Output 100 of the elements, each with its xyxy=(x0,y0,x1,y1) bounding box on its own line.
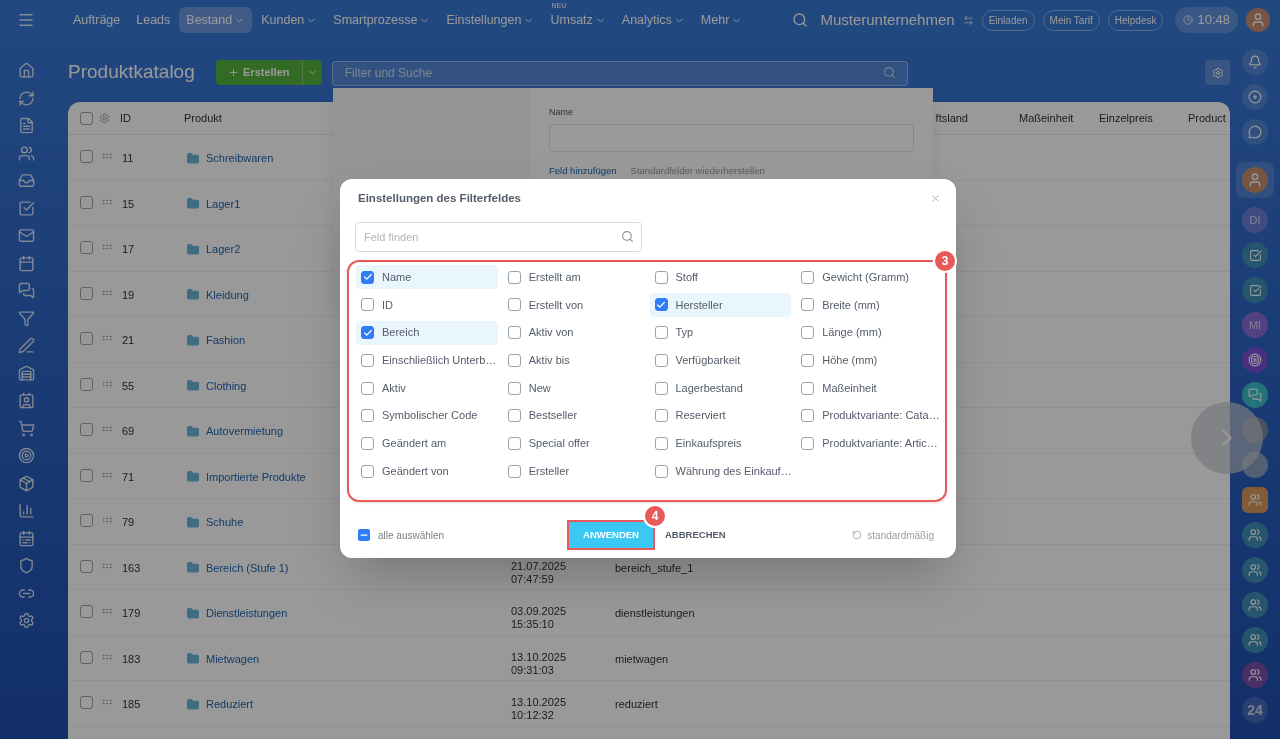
nav-tab[interactable]: Mehr xyxy=(693,6,750,34)
field-option[interactable]: Typ xyxy=(649,320,792,345)
checkbox[interactable] xyxy=(361,270,374,284)
group-button[interactable] xyxy=(1242,557,1268,583)
field-option[interactable]: Verfügbarkeit xyxy=(649,348,792,373)
checkbox[interactable] xyxy=(801,409,815,423)
checkbox[interactable] xyxy=(361,436,374,450)
checkbox[interactable] xyxy=(507,298,521,312)
drag-handle-icon[interactable] xyxy=(101,605,113,617)
product-link[interactable]: Reduziert xyxy=(206,696,254,713)
checkbox[interactable] xyxy=(507,464,521,478)
settings-icon[interactable] xyxy=(99,112,110,124)
drag-handle-icon[interactable] xyxy=(101,696,113,708)
document-icon[interactable] xyxy=(17,117,35,134)
checkbox[interactable] xyxy=(80,650,93,664)
checkbox[interactable] xyxy=(80,195,93,209)
select-all-checkbox[interactable] xyxy=(358,529,370,542)
column-header[interactable]: ftsland xyxy=(935,111,968,124)
checkbox[interactable] xyxy=(654,464,668,478)
product-link[interactable]: Lager2 xyxy=(206,241,241,258)
drag-handle-icon[interactable] xyxy=(101,514,113,526)
checkbox[interactable] xyxy=(80,696,93,709)
company-name[interactable]: Musterunternehmen xyxy=(820,8,955,32)
search-icon[interactable] xyxy=(792,12,809,28)
checkbox[interactable] xyxy=(80,332,93,345)
checkbox[interactable] xyxy=(361,298,374,312)
field-option[interactable]: Höhe (mm) xyxy=(796,348,938,373)
field-option[interactable]: Produktvariante: Cata… xyxy=(796,403,938,428)
product-link[interactable]: Importierte Produkte xyxy=(206,468,306,485)
group-button[interactable] xyxy=(1242,662,1268,688)
field-option[interactable]: Stoff xyxy=(649,265,792,290)
field-option[interactable]: Hersteller xyxy=(649,292,792,317)
sidebar-button[interactable] xyxy=(1242,277,1268,303)
checkbox[interactable] xyxy=(507,270,521,284)
nav-tab[interactable]: Analytics xyxy=(614,6,692,34)
checkbox[interactable] xyxy=(507,353,521,367)
field-option[interactable]: New xyxy=(502,376,645,400)
chat-icon[interactable] xyxy=(17,282,35,299)
product-link[interactable]: Schreibwaren xyxy=(206,150,274,167)
field-option[interactable]: Währung des Einkauf… xyxy=(649,459,792,484)
field-option[interactable]: Special offer xyxy=(502,431,645,456)
checkbox[interactable] xyxy=(361,326,374,340)
field-option[interactable]: Geändert von xyxy=(356,459,498,484)
drag-handle-icon[interactable] xyxy=(101,150,113,162)
checkbox[interactable] xyxy=(801,436,815,450)
checkbox[interactable] xyxy=(361,464,374,478)
product-link[interactable]: Dienstleistungen xyxy=(206,605,288,622)
calendar-list-icon[interactable] xyxy=(17,529,35,547)
checkbox[interactable] xyxy=(654,381,668,395)
refresh-icon[interactable] xyxy=(17,89,35,107)
checkbox[interactable] xyxy=(80,286,93,300)
inbox-icon[interactable] xyxy=(17,172,35,189)
field-option[interactable]: Produktvariante: Artic… xyxy=(796,431,938,456)
switch-icon[interactable] xyxy=(962,14,974,26)
product-link[interactable]: Lager1 xyxy=(206,195,241,212)
product-link[interactable]: Bereich (Stufe 1) xyxy=(206,559,289,576)
checkbox[interactable] xyxy=(654,409,668,423)
checkbox[interactable] xyxy=(80,111,93,125)
checkbox[interactable] xyxy=(654,353,668,367)
product-link[interactable]: Clothing xyxy=(206,377,247,394)
checkbox[interactable] xyxy=(801,298,815,312)
column-header[interactable]: Product xyxy=(1188,109,1226,127)
close-icon[interactable] xyxy=(930,193,941,205)
checkbox[interactable] xyxy=(654,436,668,450)
add-field-link[interactable]: Feld hinzufügen xyxy=(549,163,617,178)
checkbox[interactable] xyxy=(80,150,93,163)
nav-tab[interactable]: Leads xyxy=(129,6,178,34)
drag-handle-icon[interactable] xyxy=(101,332,113,344)
checkbox[interactable] xyxy=(801,326,815,340)
nav-tab[interactable]: Einstellungen xyxy=(439,6,542,34)
cart-icon[interactable] xyxy=(17,419,35,437)
field-option[interactable]: Lagerbestand xyxy=(649,376,792,400)
field-option[interactable]: Erstellt am xyxy=(502,265,645,290)
checkbox[interactable] xyxy=(654,326,668,340)
field-option[interactable]: Reserviert xyxy=(649,403,792,428)
group-button[interactable] xyxy=(1242,487,1268,513)
home-icon[interactable] xyxy=(17,62,35,79)
checkbox[interactable] xyxy=(80,605,93,618)
sidebar-button[interactable] xyxy=(1242,382,1268,408)
menu-icon[interactable] xyxy=(17,11,35,29)
field-option[interactable]: Einkaufspreis xyxy=(649,431,792,456)
avatar[interactable] xyxy=(1242,167,1268,193)
field-option[interactable]: Maßeinheit xyxy=(796,376,938,400)
field-option[interactable]: Aktiv von xyxy=(502,320,645,345)
checkbox[interactable] xyxy=(80,241,93,254)
checkbox[interactable] xyxy=(80,559,93,573)
field-option[interactable]: Bereich xyxy=(356,320,498,345)
drag-handle-icon[interactable] xyxy=(101,241,113,253)
sidebar-button[interactable] xyxy=(1242,242,1268,268)
drag-handle-icon[interactable] xyxy=(101,423,113,435)
nav-tab[interactable]: Smartprozesse xyxy=(326,6,438,34)
checkbox[interactable] xyxy=(801,353,815,367)
checkbox[interactable] xyxy=(801,270,815,284)
avatar[interactable] xyxy=(1246,8,1270,32)
product-link[interactable]: Schuhe xyxy=(206,514,244,531)
sidebar-button[interactable] xyxy=(1242,347,1268,373)
product-link[interactable]: Mietwagen xyxy=(206,650,260,667)
shield-icon[interactable] xyxy=(17,557,35,574)
field-option[interactable]: Einschließlich Unterb… xyxy=(356,348,498,373)
field-option[interactable]: Aktiv xyxy=(356,376,498,400)
